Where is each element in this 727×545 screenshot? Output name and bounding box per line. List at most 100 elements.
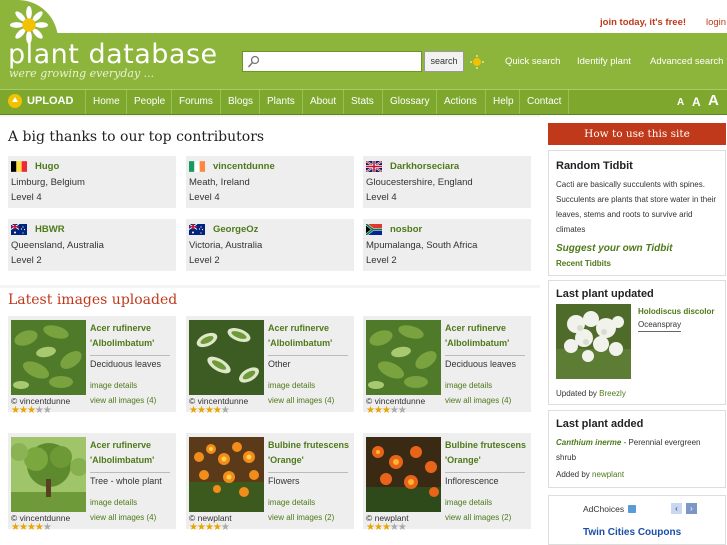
contributor-card[interactable]: vincentdunne Meath, Ireland Level 4 — [186, 156, 354, 208]
image-details-link[interactable]: image details — [445, 381, 492, 390]
contributor-location: Queensland, Australia — [11, 240, 104, 251]
rating-stars[interactable]: ★★★★★ — [11, 522, 52, 533]
sun-icon[interactable] — [470, 55, 484, 69]
join-link[interactable]: join today, it's free! — [600, 17, 686, 28]
view-all-images-link[interactable]: view all images (2) — [268, 513, 334, 522]
ad-link[interactable]: Twin Cities Coupons — [583, 527, 681, 538]
nav-home[interactable]: Home — [85, 90, 120, 114]
plant-thumbnail[interactable] — [189, 320, 264, 395]
ad-next-icon[interactable]: › — [686, 503, 697, 514]
contributor-card[interactable]: Hugo Limburg, Belgium Level 4 — [8, 156, 176, 208]
contributor-name[interactable]: Darkhorseciara — [390, 161, 459, 172]
contributor-card[interactable]: HBWR Queensland, Australia Level 2 — [8, 219, 176, 271]
suggest-tidbit-link[interactable]: Suggest your own Tidbit — [556, 241, 672, 256]
rating-stars[interactable]: ★★★★★ — [366, 406, 407, 416]
quick-search-link[interactable]: Quick search — [505, 56, 560, 67]
updated-by-user[interactable]: Breezly — [599, 389, 626, 398]
image-details-link[interactable]: image details — [90, 498, 137, 507]
plant-thumbnail[interactable] — [366, 320, 441, 395]
nav-forums[interactable]: Forums — [171, 90, 213, 114]
rating-stars[interactable]: ★★★★★ — [366, 522, 407, 533]
nav-actions[interactable]: Actions — [436, 90, 477, 114]
nav-contact[interactable]: Contact — [519, 90, 570, 114]
advanced-search-link[interactable]: Advanced search — [650, 56, 723, 67]
nav-plants[interactable]: Plants — [259, 90, 295, 114]
contributor-location: Victoria, Australia — [189, 240, 263, 251]
ad-prev-icon[interactable]: ‹ — [671, 503, 682, 514]
main-nav: UPLOAD Home People Forums Blogs Plants A… — [0, 89, 727, 115]
ad-choices-label[interactable]: AdChoices — [583, 504, 624, 514]
nav-help[interactable]: Help — [485, 90, 514, 114]
image-details-link[interactable]: image details — [90, 381, 137, 390]
rating-star-icon: ★ — [18, 522, 28, 533]
how-to-use-button[interactable]: How to use this site — [548, 123, 726, 145]
added-by-user[interactable]: newplant — [592, 470, 624, 479]
plant-thumbnail[interactable] — [366, 437, 441, 512]
upload-button[interactable]: UPLOAD — [8, 94, 73, 108]
added-plant-line: Canthium inerme - Perennial evergreen — [556, 435, 726, 450]
image-card[interactable]: Acer rufinerve 'Albolimbatum' Deciduous le… — [363, 316, 531, 416]
font-size-small[interactable]: A — [677, 97, 684, 108]
added-plant-name[interactable]: Canthium inerme — [556, 438, 621, 447]
divider — [268, 472, 348, 473]
font-size-large[interactable]: A — [708, 92, 719, 109]
image-details-link[interactable]: image details — [268, 498, 315, 507]
updated-plant-common[interactable]: Oceanspray — [638, 319, 682, 332]
plant-thumbnail[interactable] — [11, 320, 86, 395]
image-card[interactable]: Bulbine frutescens 'Orange' Inflorescence i… — [363, 433, 531, 533]
nav-people[interactable]: People — [126, 90, 165, 114]
contributor-name[interactable]: Hugo — [35, 161, 59, 172]
image-card[interactable]: Bulbine frutescens 'Orange' Flowers image d… — [186, 433, 354, 533]
image-details-link[interactable]: image details — [268, 381, 315, 390]
rating-star-icon: ★ — [373, 522, 383, 533]
search-button[interactable]: search — [424, 51, 464, 72]
added-by-prefix: Added by — [556, 470, 590, 479]
contributor-name[interactable]: HBWR — [35, 224, 65, 235]
font-size-medium[interactable]: A — [692, 95, 701, 109]
contributor-card[interactable]: Darkhorseciara Gloucestershire, England … — [363, 156, 531, 208]
plant-name-link[interactable]: Acer rufinerve 'Albolimbatum' — [268, 321, 352, 351]
view-all-images-link[interactable]: view all images (4) — [90, 513, 156, 522]
nav-glossary[interactable]: Glossary — [382, 90, 429, 114]
plant-thumbnail[interactable] — [11, 437, 86, 512]
contributor-card[interactable]: GeorgeOz Victoria, Australia Level 2 — [186, 219, 354, 271]
image-card[interactable]: Acer rufinerve 'Albolimbatum' Tree - whole… — [8, 433, 176, 533]
view-all-images-link[interactable]: view all images (4) — [445, 396, 511, 405]
login-link[interactable]: login — [706, 17, 726, 28]
site-tagline: were growing everyday ... — [9, 67, 155, 80]
plant-genus: Acer rufinerve — [90, 323, 152, 333]
plant-name-link[interactable]: Acer rufinerve 'Albolimbatum' — [90, 438, 174, 468]
nav-about[interactable]: About — [302, 90, 336, 114]
contributor-name[interactable]: vincentdunne — [213, 161, 275, 172]
rating-stars[interactable]: ★★★★★ — [11, 406, 52, 416]
plant-name-link[interactable]: Acer rufinerve 'Albolimbatum' — [90, 321, 174, 351]
image-card[interactable]: Acer rufinerve 'Albolimbatum' Other image d… — [186, 316, 354, 416]
ad-choices-icon[interactable] — [628, 505, 636, 513]
divider — [445, 355, 525, 356]
nav-blogs[interactable]: Blogs — [220, 90, 253, 114]
contributor-name[interactable]: GeorgeOz — [213, 224, 258, 235]
view-all-images-link[interactable]: view all images (4) — [268, 396, 334, 405]
plant-name-link[interactable]: Acer rufinerve 'Albolimbatum' — [445, 321, 529, 351]
image-card[interactable]: Acer rufinerve 'Albolimbatum' Deciduous le… — [8, 316, 176, 416]
rating-stars[interactable]: ★★★★★ — [189, 523, 230, 533]
site-logo-text[interactable]: plant database — [8, 39, 218, 70]
contributor-card[interactable]: nosbor Mpumalanga, South Africa Level 2 — [363, 219, 531, 271]
plant-name-link[interactable]: Bulbine frutescens 'Orange' — [445, 438, 529, 468]
view-all-images-link[interactable]: view all images (2) — [445, 513, 511, 522]
nav-stats[interactable]: Stats — [343, 90, 374, 114]
search-input[interactable] — [242, 51, 422, 72]
plant-name-link[interactable]: Bulbine frutescens 'Orange' — [268, 438, 352, 468]
view-all-images-link[interactable]: view all images (4) — [90, 396, 156, 405]
updated-plant-name[interactable]: Holodiscus discolor — [638, 304, 714, 319]
contributor-name[interactable]: nosbor — [390, 224, 422, 235]
identify-plant-link[interactable]: Identify plant — [577, 56, 631, 67]
image-details-link[interactable]: image details — [445, 498, 492, 507]
plant-genus: Acer rufinerve — [445, 323, 507, 333]
image-type: Deciduous leaves — [445, 359, 517, 369]
plant-thumbnail[interactable] — [189, 437, 264, 512]
rating-stars[interactable]: ★★★★★ — [189, 406, 230, 416]
rating-star-icon: ★ — [42, 522, 52, 533]
recent-tidbits-link[interactable]: Recent Tidbits — [556, 256, 611, 271]
holodiscus-thumbnail[interactable] — [556, 304, 631, 379]
